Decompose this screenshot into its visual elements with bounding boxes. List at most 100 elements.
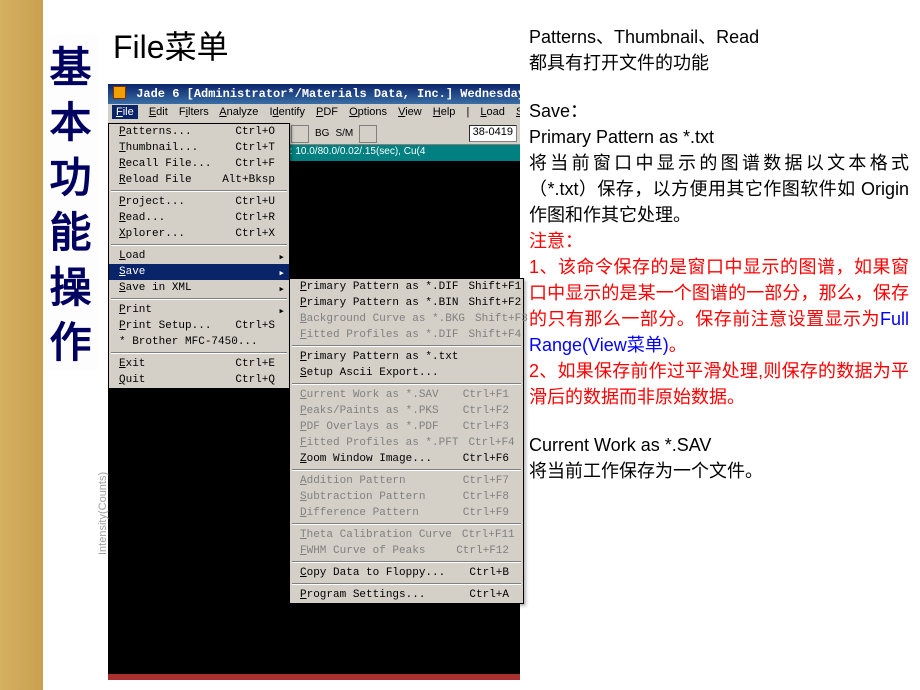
- menu-item[interactable]: Load▸: [109, 248, 289, 264]
- menu-item[interactable]: Primary Pattern as *.BINShift+F2: [290, 295, 523, 311]
- rt-cw-para: 将当前工作保存为一个文件。: [529, 458, 909, 484]
- rt-heading: Save：: [529, 98, 909, 124]
- menu-item[interactable]: Patterns... Ctrl+O: [109, 124, 289, 140]
- app-icon: [113, 86, 126, 99]
- menu-shortcut: Shift+F3: [475, 313, 528, 325]
- menu-analyze[interactable]: Analyze: [219, 106, 258, 118]
- vt-char: 操: [43, 260, 98, 315]
- menu-item[interactable]: ExitCtrl+E: [109, 356, 289, 372]
- vt-char: 能: [43, 205, 98, 260]
- rt-line: Primary Pattern as *.txt: [529, 124, 909, 150]
- menu-sep: |: [467, 106, 470, 118]
- menu-item[interactable]: Setup Ascii Export...: [290, 365, 523, 381]
- menu-item[interactable]: * Brother MFC-7450...: [109, 334, 289, 350]
- menu-item-label: Load: [119, 250, 145, 262]
- menu-item[interactable]: Save in XML▸: [109, 280, 289, 296]
- tb-sm-label[interactable]: S/M: [335, 128, 353, 139]
- y-axis-label: Intensity(Counts): [97, 472, 109, 555]
- menu-item-label: Primary Pattern as *.txt: [300, 351, 458, 363]
- menu-shortcut: Ctrl+O: [235, 126, 275, 138]
- menu-filters[interactable]: Filters: [179, 106, 209, 118]
- menu-shortcut: Ctrl+F8: [463, 491, 509, 503]
- menu-shortcut: Ctrl+S: [235, 320, 275, 332]
- vt-char: 本: [43, 95, 98, 150]
- menu-item-label: Project...: [119, 196, 185, 208]
- menu-item[interactable]: Reload FileAlt+Bksp: [109, 172, 289, 188]
- menu-item-label: Fitted Profiles as *.DIF: [300, 329, 458, 341]
- menu-item-label: Print Setup...: [119, 320, 211, 332]
- rt-line: 都具有打开文件的功能: [529, 50, 909, 76]
- menu-view[interactable]: View: [398, 106, 422, 118]
- vertical-title: 基 本 功 能 操 作: [43, 35, 98, 370]
- menu-item[interactable]: Read...Ctrl+R: [109, 210, 289, 226]
- menu-item: Current Work as *.SAVCtrl+F1: [290, 387, 523, 403]
- menu-separator: [292, 383, 521, 385]
- menu-item: Addition PatternCtrl+F7: [290, 473, 523, 489]
- menu-separator: [292, 523, 521, 525]
- menu-identify[interactable]: Identify: [269, 106, 304, 118]
- menu-item: Difference PatternCtrl+F9: [290, 505, 523, 521]
- menu-item[interactable]: Print▸: [109, 302, 289, 318]
- menu-item-label: * Brother MFC-7450...: [119, 336, 258, 348]
- menu-item-label: Print: [119, 304, 152, 316]
- menu-item[interactable]: Xplorer...Ctrl+X: [109, 226, 289, 242]
- rt-line: Patterns、Thumbnail、Read: [529, 24, 909, 50]
- rt-note-heading: 注意：: [529, 228, 909, 254]
- rt-para: 将当前窗口中显示的图谱数据以文本格式（*.txt）保存，以方便用其它作图软件如 …: [529, 150, 909, 228]
- menu-item-label: Copy Data to Floppy...: [300, 567, 445, 579]
- menu-file[interactable]: File: [112, 105, 138, 119]
- menu-item[interactable]: Copy Data to Floppy...Ctrl+B: [290, 565, 523, 581]
- menu-shortcut: Ctrl+F1: [463, 389, 509, 401]
- menu-item-label: Quit: [119, 374, 145, 386]
- menu-item-label: FWHM Curve of Peaks: [300, 545, 425, 557]
- rt-cw-heading: Current Work as *.SAV: [529, 432, 909, 458]
- menu-item[interactable]: Primary Pattern as *.txt: [290, 349, 523, 365]
- menu-shortcut: Ctrl+F2: [463, 405, 509, 417]
- tb-bg-label[interactable]: BG: [315, 128, 329, 139]
- vt-char: 功: [43, 150, 98, 205]
- menu-edit[interactable]: Edit: [149, 106, 168, 118]
- menu-item-label: Peaks/Paints as *.PKS: [300, 405, 439, 417]
- menu-item[interactable]: Primary Pattern as *.DIFShift+F1: [290, 279, 523, 295]
- menu-item-label: Addition Pattern: [300, 475, 406, 487]
- menu-item-label: Read...: [119, 212, 165, 224]
- menu-item: Peaks/Paints as *.PKS Ctrl+F2: [290, 403, 523, 419]
- menu-save[interactable]: S: [516, 106, 520, 118]
- menu-separator: [292, 561, 521, 563]
- menu-item[interactable]: Zoom Window Image...Ctrl+F6: [290, 451, 523, 467]
- rt-note1a: 1、该命令保存的是窗口中显示的图谱，如果窗口中显示的是某一个图谱的一部分，那么，…: [529, 257, 909, 329]
- menu-item[interactable]: Quit Ctrl+Q: [109, 372, 289, 388]
- gold-sidebar: [0, 0, 43, 690]
- menu-item: PDF Overlays as *.PDFCtrl+F3: [290, 419, 523, 435]
- menu-item[interactable]: Print Setup... Ctrl+S: [109, 318, 289, 334]
- menu-item-label: Theta Calibration Curve: [300, 529, 452, 541]
- menu-shortcut: Ctrl+A: [469, 589, 509, 601]
- menu-shortcut: Ctrl+Q: [235, 374, 275, 386]
- menu-item[interactable]: Recall File...Ctrl+F: [109, 156, 289, 172]
- menu-load[interactable]: Load: [480, 106, 504, 118]
- menu-item-label: PDF Overlays as *.PDF: [300, 421, 439, 433]
- menu-item[interactable]: Program Settings...Ctrl+A: [290, 587, 523, 603]
- rt-note2: 2、如果保存前作过平滑处理,则保存的数据为平滑后的数据而非原始数据。: [529, 358, 909, 410]
- tb-btn[interactable]: [359, 125, 377, 143]
- pdf-id-field[interactable]: 38-0419: [469, 125, 517, 142]
- menu-item-label: Xplorer...: [119, 228, 185, 240]
- title-bar[interactable]: Jade 6 [Administrator*/Materials Data, I…: [108, 84, 520, 104]
- menu-shortcut: Ctrl+T: [235, 142, 275, 154]
- page-title: File菜单: [113, 22, 229, 68]
- menu-item[interactable]: Save▸: [109, 264, 289, 280]
- menu-item: Theta Calibration CurveCtrl+F11: [290, 527, 523, 543]
- menu-item-label: Subtraction Pattern: [300, 491, 425, 503]
- menu-separator: [292, 469, 521, 471]
- menu-item[interactable]: Thumbnail...Ctrl+T: [109, 140, 289, 156]
- menu-item: Fitted Profiles as *.DIFShift+F4: [290, 327, 523, 343]
- menu-separator: [292, 583, 521, 585]
- menu-item-label: Patterns...: [119, 126, 192, 138]
- menu-help[interactable]: Help: [433, 106, 456, 118]
- menu-options[interactable]: Options: [349, 106, 387, 118]
- scan-label: SCAN: 10.0/80.0/0.02/.15(sec), Cu(4: [258, 145, 520, 161]
- menu-separator: [292, 345, 521, 347]
- menu-pdf[interactable]: PDF: [316, 106, 338, 118]
- menu-item[interactable]: Project...Ctrl+U: [109, 194, 289, 210]
- tb-btn[interactable]: [291, 125, 309, 143]
